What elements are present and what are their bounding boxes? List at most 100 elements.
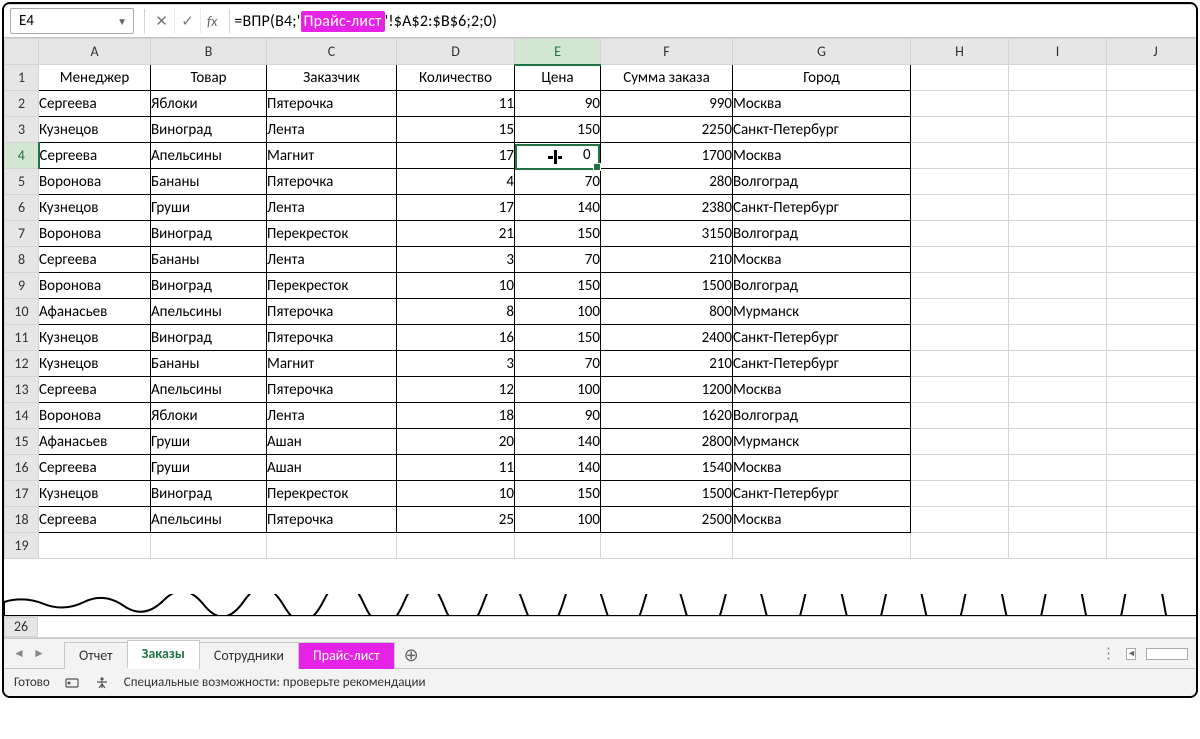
cell[interactable]: Перекресток bbox=[267, 221, 397, 247]
cell[interactable]: Сергеева bbox=[39, 455, 151, 481]
column-header[interactable]: D bbox=[397, 39, 515, 65]
cell[interactable]: Пятерочка bbox=[267, 507, 397, 533]
cell[interactable]: Волгоград bbox=[733, 169, 911, 195]
cell[interactable] bbox=[1107, 455, 1197, 481]
row-header[interactable]: 7 bbox=[5, 221, 39, 247]
cell[interactable] bbox=[911, 325, 1009, 351]
cell[interactable]: 15 bbox=[397, 117, 515, 143]
cell[interactable]: 990 bbox=[601, 91, 733, 117]
cell[interactable] bbox=[1009, 221, 1107, 247]
row-header[interactable]: 17 bbox=[5, 481, 39, 507]
cell[interactable] bbox=[911, 403, 1009, 429]
cell[interactable]: Воронова bbox=[39, 169, 151, 195]
cell[interactable]: Ашан bbox=[267, 429, 397, 455]
cell[interactable]: Москва bbox=[733, 247, 911, 273]
cell[interactable]: Пятерочка bbox=[267, 91, 397, 117]
cell[interactable]: 11 bbox=[397, 455, 515, 481]
cancel-icon[interactable]: ✕ bbox=[149, 8, 175, 34]
table-header-cell[interactable]: Товар bbox=[151, 65, 267, 91]
cell[interactable]: Лента bbox=[267, 195, 397, 221]
cell[interactable]: 70 bbox=[515, 247, 601, 273]
cell[interactable]: 18 bbox=[397, 403, 515, 429]
cell[interactable] bbox=[1009, 169, 1107, 195]
cell[interactable]: 800 bbox=[601, 299, 733, 325]
cell[interactable] bbox=[911, 273, 1009, 299]
cell[interactable] bbox=[733, 533, 911, 559]
cell[interactable] bbox=[1009, 507, 1107, 533]
accept-icon[interactable]: ✓ bbox=[175, 8, 201, 34]
row-header[interactable]: 4 bbox=[5, 143, 39, 169]
cell[interactable]: Лента bbox=[267, 117, 397, 143]
cell[interactable]: Санкт-Петербург bbox=[733, 325, 911, 351]
cell[interactable]: Сергеева bbox=[39, 507, 151, 533]
cell[interactable]: 70 bbox=[515, 169, 601, 195]
cell[interactable] bbox=[1107, 429, 1197, 455]
table-header-cell[interactable]: Менеджер bbox=[39, 65, 151, 91]
cell[interactable]: Мурманск bbox=[733, 299, 911, 325]
row-header[interactable]: 8 bbox=[5, 247, 39, 273]
cell[interactable]: 2400 bbox=[601, 325, 733, 351]
cell[interactable]: Мурманск bbox=[733, 429, 911, 455]
cell[interactable] bbox=[911, 169, 1009, 195]
sheet-tab[interactable]: Прайс-лист bbox=[298, 642, 395, 669]
cell[interactable]: 8 bbox=[397, 299, 515, 325]
cell[interactable]: 210 bbox=[601, 247, 733, 273]
cell[interactable]: 1200 bbox=[601, 377, 733, 403]
cell[interactable] bbox=[911, 481, 1009, 507]
cell[interactable] bbox=[911, 507, 1009, 533]
cell[interactable]: Бананы bbox=[151, 247, 267, 273]
cell[interactable] bbox=[911, 247, 1009, 273]
hscroll-thumb[interactable] bbox=[1146, 648, 1188, 660]
cell[interactable] bbox=[1009, 481, 1107, 507]
cell[interactable] bbox=[911, 533, 1009, 559]
cell[interactable]: 150 bbox=[515, 117, 601, 143]
cell[interactable] bbox=[1107, 377, 1197, 403]
accessibility-icon[interactable] bbox=[94, 675, 110, 691]
sheet-tab[interactable]: Сотрудники bbox=[199, 642, 299, 669]
cell[interactable]: 10 bbox=[397, 273, 515, 299]
cell[interactable]: Апельсины bbox=[151, 377, 267, 403]
cell[interactable]: 20 bbox=[397, 429, 515, 455]
cell[interactable] bbox=[1107, 507, 1197, 533]
column-header[interactable]: J bbox=[1107, 39, 1197, 65]
cell[interactable]: 3 bbox=[397, 351, 515, 377]
cell[interactable]: Апельсины bbox=[151, 299, 267, 325]
row-header[interactable]: 11 bbox=[5, 325, 39, 351]
row-header[interactable]: 12 bbox=[5, 351, 39, 377]
table-header-cell[interactable]: Количество bbox=[397, 65, 515, 91]
cell[interactable] bbox=[911, 429, 1009, 455]
cell[interactable] bbox=[1107, 169, 1197, 195]
cell[interactable]: Лента bbox=[267, 403, 397, 429]
cell[interactable] bbox=[1107, 195, 1197, 221]
cell[interactable]: Виноград bbox=[151, 325, 267, 351]
cell[interactable]: 1500 bbox=[601, 481, 733, 507]
row-header[interactable]: 14 bbox=[5, 403, 39, 429]
cell[interactable] bbox=[911, 143, 1009, 169]
cell[interactable] bbox=[1107, 299, 1197, 325]
cell[interactable]: Воронова bbox=[39, 221, 151, 247]
cell[interactable] bbox=[1107, 481, 1197, 507]
cell[interactable]: 100 bbox=[515, 299, 601, 325]
column-header[interactable]: F bbox=[601, 39, 733, 65]
cell[interactable] bbox=[911, 65, 1009, 91]
chevron-down-icon[interactable]: ▼ bbox=[117, 15, 127, 28]
cell[interactable]: Сергеева bbox=[39, 143, 151, 169]
cell[interactable] bbox=[1009, 403, 1107, 429]
cell[interactable]: 10 bbox=[397, 481, 515, 507]
cell[interactable]: Пятерочка bbox=[267, 325, 397, 351]
row-header[interactable]: 1 bbox=[5, 65, 39, 91]
cell[interactable] bbox=[911, 351, 1009, 377]
cell[interactable]: 4 bbox=[397, 169, 515, 195]
cell[interactable]: 21 bbox=[397, 221, 515, 247]
cell[interactable]: 150 bbox=[515, 481, 601, 507]
cell[interactable] bbox=[911, 221, 1009, 247]
cell[interactable] bbox=[911, 377, 1009, 403]
cell[interactable]: Магнит bbox=[267, 351, 397, 377]
cell[interactable]: 100 bbox=[515, 507, 601, 533]
cell[interactable]: Афанасьев bbox=[39, 429, 151, 455]
cell[interactable]: Москва bbox=[733, 91, 911, 117]
cell[interactable] bbox=[1107, 247, 1197, 273]
cell[interactable]: Волгоград bbox=[733, 403, 911, 429]
row-header[interactable]: 10 bbox=[5, 299, 39, 325]
cell[interactable]: 12 bbox=[397, 377, 515, 403]
